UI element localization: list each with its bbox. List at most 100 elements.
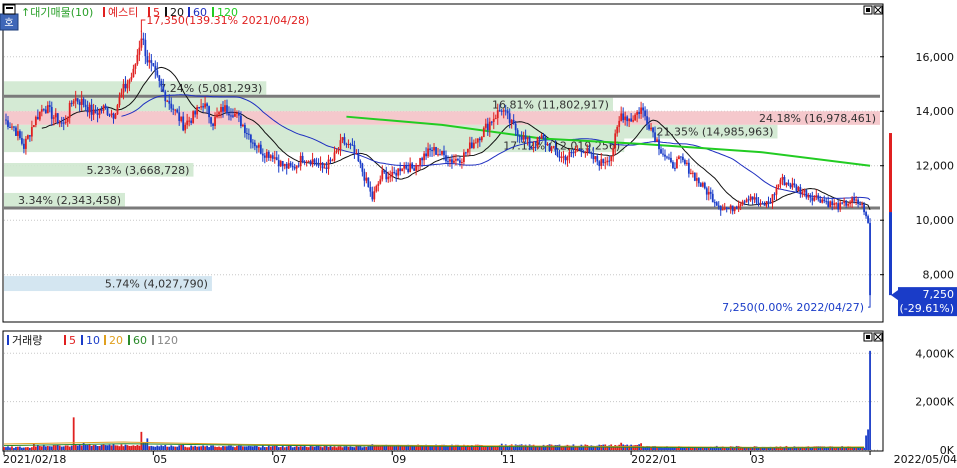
candle-body — [851, 198, 854, 203]
volume-bar — [34, 446, 37, 450]
volume-bar — [295, 445, 298, 450]
volume-bar — [138, 445, 141, 450]
candle-body — [847, 203, 850, 206]
candle-body — [98, 109, 101, 115]
volume-bar — [68, 446, 71, 450]
price-panel-maximize-icon[interactable] — [863, 5, 873, 15]
candle-body — [289, 163, 292, 166]
volume-bar — [66, 445, 69, 450]
volume-bar — [94, 444, 97, 450]
volume-bar — [206, 445, 208, 450]
date-tick-label: 2022/05/04 — [894, 453, 957, 466]
candle-body — [19, 131, 21, 139]
candle-body — [463, 152, 465, 162]
candle-body — [648, 124, 650, 130]
volume-bar — [140, 431, 143, 450]
volume-bar — [126, 445, 129, 450]
candle-body — [733, 207, 736, 212]
candle-body — [32, 125, 35, 128]
volume-bar — [142, 442, 145, 450]
stock-name-marker — [103, 7, 105, 17]
candle-body — [789, 184, 792, 188]
candle-body — [863, 204, 865, 213]
candle-body — [321, 162, 324, 169]
candle-body — [335, 150, 338, 153]
volume-legend-title: 거래량 — [12, 334, 42, 347]
candle-body — [711, 193, 714, 203]
candle-body — [478, 138, 481, 141]
volume-bar — [263, 447, 266, 450]
volume-bar — [323, 445, 326, 450]
candle-body — [281, 161, 284, 167]
candle-body — [267, 151, 270, 158]
candle-body — [52, 117, 55, 119]
candle-body — [598, 161, 601, 167]
volume-bar — [166, 446, 169, 450]
candle-body — [417, 165, 420, 167]
candle-body — [676, 159, 678, 169]
candle-body — [683, 159, 686, 164]
candle-body — [588, 148, 591, 153]
candle-body — [413, 168, 416, 171]
volume-bar — [309, 445, 312, 450]
candle-body — [803, 190, 806, 192]
candle-body — [508, 113, 511, 123]
vol-legend-ma5-marker — [64, 335, 66, 345]
candle-body — [347, 144, 350, 146]
volume-bar — [60, 446, 63, 450]
candle-body — [719, 205, 722, 211]
candle-body — [86, 106, 89, 113]
candle-body — [369, 187, 372, 192]
candle-body — [691, 172, 694, 174]
candle-body — [13, 126, 15, 128]
candle-body — [656, 139, 658, 142]
candle-body — [705, 188, 708, 195]
candle-body — [799, 187, 802, 194]
candle-body — [638, 112, 640, 114]
candle-body — [670, 157, 672, 163]
candle-body — [399, 168, 402, 172]
candle-body — [610, 156, 613, 161]
candle-body — [682, 156, 684, 160]
volume-bar — [367, 446, 370, 450]
candle-body — [140, 38, 143, 48]
candle-body — [343, 137, 346, 144]
volume-bar — [353, 447, 356, 450]
volume-bar — [234, 447, 236, 450]
price-panel-close-icon[interactable] — [873, 5, 883, 15]
candle-body — [88, 104, 91, 113]
volume-panel-close-icon[interactable] — [873, 332, 883, 342]
candle-body — [178, 112, 181, 121]
volume-bar — [325, 445, 328, 450]
volume-bar — [56, 444, 59, 450]
candle-body — [861, 204, 863, 206]
volume-bar — [110, 445, 113, 450]
candle-body — [763, 204, 766, 206]
candle-body — [150, 60, 153, 64]
volume-bar — [124, 444, 127, 450]
candle-body — [640, 107, 642, 114]
candle-body — [138, 47, 141, 55]
candle-body — [116, 105, 119, 115]
volume-bar — [287, 445, 290, 450]
candle-body — [313, 159, 316, 163]
candle-body — [741, 201, 744, 205]
volume-bar — [373, 445, 376, 450]
candle-body — [502, 110, 505, 112]
candle-body — [361, 163, 364, 172]
candle-body — [819, 199, 822, 203]
candle-body — [713, 202, 716, 204]
volume-bar — [150, 445, 153, 450]
volume-bar — [249, 446, 252, 450]
candle-body — [869, 222, 871, 296]
candle-body — [5, 119, 7, 121]
candle-body — [731, 205, 734, 212]
candle-body — [779, 179, 782, 185]
candle-body — [303, 161, 306, 163]
candle-body — [54, 113, 57, 118]
candle-body — [859, 204, 861, 206]
volume-bar — [102, 444, 105, 450]
volume-panel-maximize-icon[interactable] — [863, 332, 873, 342]
candle-body — [622, 113, 625, 121]
candle-body — [626, 116, 629, 122]
